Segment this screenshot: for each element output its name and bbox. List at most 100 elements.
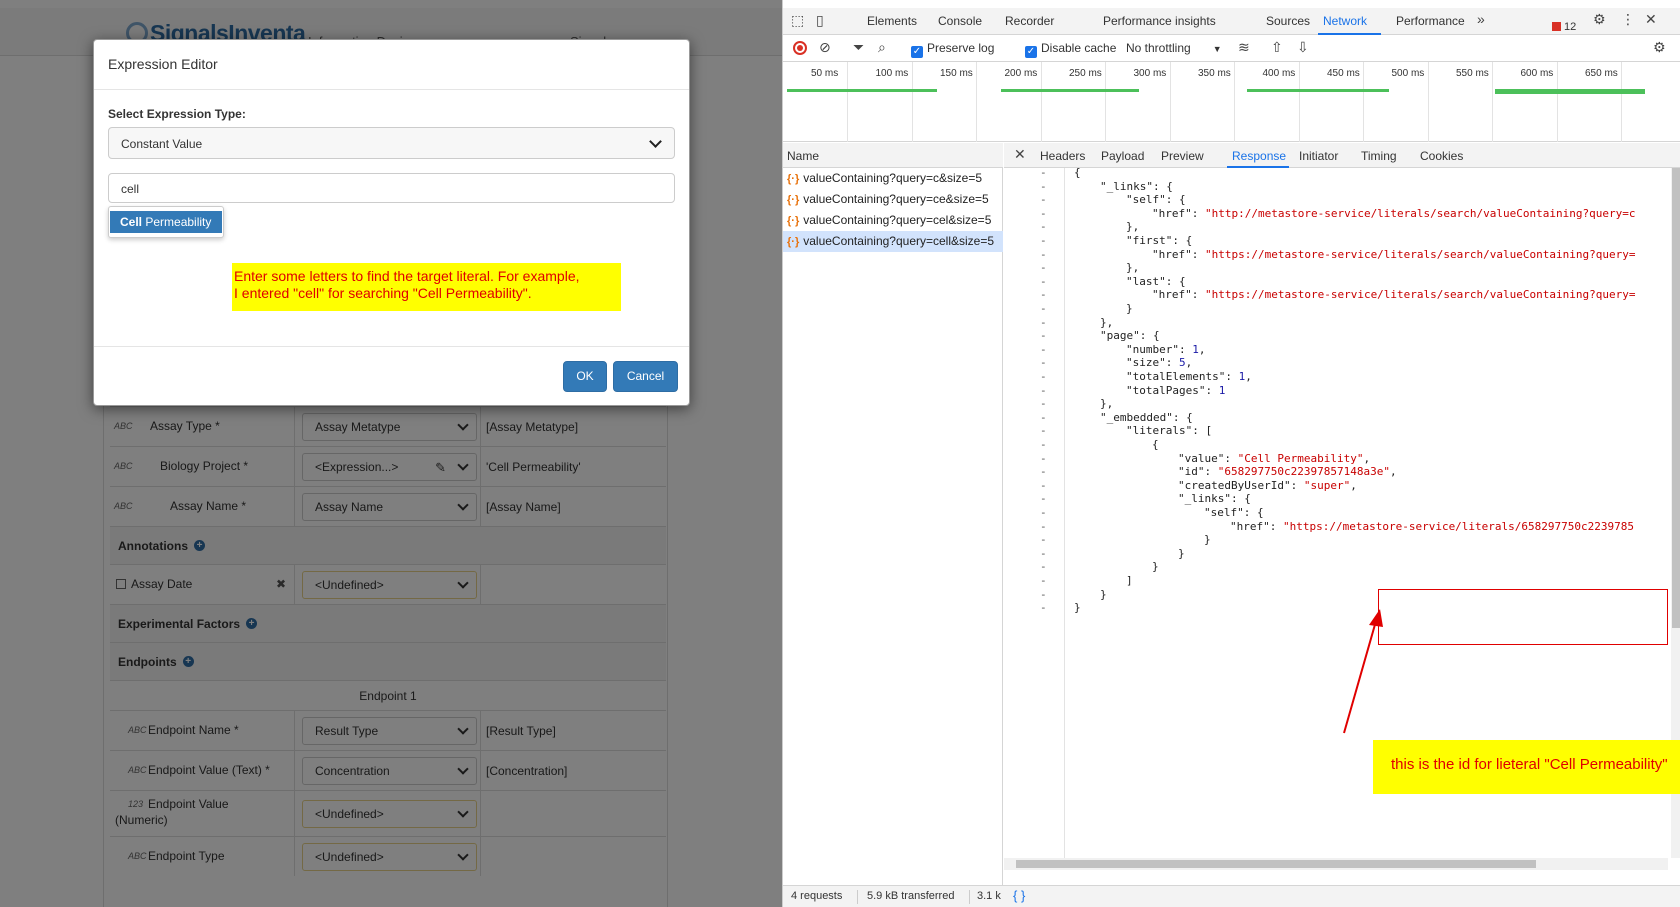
chevron-down-icon <box>649 135 662 148</box>
network-status-bar: 4 requests 5.9 kB transferred 3.1 k { } <box>783 885 1680 907</box>
json-line: "literals": [ <box>1126 424 1213 438</box>
name-column-header[interactable]: Name <box>783 143 1003 168</box>
literal-search-input[interactable]: cell <box>108 173 675 203</box>
kebab-menu-icon[interactable]: ⋮ <box>1621 11 1635 28</box>
tab-timing[interactable]: Timing <box>1361 149 1397 163</box>
tab-elements[interactable]: Elements <box>867 14 917 28</box>
request-list: Name {·} valueContaining?query=c&size=5 {… <box>783 143 1003 885</box>
scrollbar-thumb[interactable] <box>1016 860 1536 868</box>
cancel-button[interactable]: Cancel <box>613 361 678 392</box>
search-icon[interactable]: ⌕ <box>878 39 886 56</box>
timeline-gridline <box>1234 62 1235 142</box>
tab-response[interactable]: Response <box>1232 149 1286 163</box>
tab-headers[interactable]: Headers <box>1040 149 1085 163</box>
close-icon[interactable]: ✕ <box>1014 146 1026 163</box>
timeline-label: 100 ms <box>875 68 909 79</box>
json-line: "_embedded": { <box>1100 410 1193 424</box>
timeline-request-bar <box>1001 89 1139 92</box>
ok-button[interactable]: OK <box>563 361 607 392</box>
tab-initiator[interactable]: Initiator <box>1299 149 1338 163</box>
xhr-request-icon: {·} <box>787 236 800 248</box>
json-line: "href": "https://metastore-service/liter… <box>1230 519 1634 533</box>
format-code-icon[interactable]: { } <box>1013 888 1025 903</box>
json-line: "self": { <box>1126 193 1186 207</box>
disable-cache-checkbox[interactable]: ✓ Disable cache <box>1025 41 1116 58</box>
json-line: "number": 1, <box>1126 342 1206 356</box>
issues-badge[interactable]: 12 <box>1552 21 1576 33</box>
timeline-request-bar <box>1247 89 1389 92</box>
tab-performance[interactable]: Performance <box>1396 14 1465 28</box>
divider <box>94 346 689 347</box>
tab-preview[interactable]: Preview <box>1161 149 1204 163</box>
json-line: }, <box>1126 261 1140 275</box>
divider <box>94 89 689 90</box>
request-row[interactable]: {·} valueContaining?query=cel&size=5 <box>783 210 1003 231</box>
separator <box>857 890 858 904</box>
filter-icon[interactable]: ⏷ <box>853 39 864 56</box>
json-line: "first": { <box>1126 234 1193 247</box>
json-line: "totalPages": 1 <box>1126 383 1226 397</box>
timeline-label: 150 ms <box>940 68 973 79</box>
network-conditions-icon[interactable]: ≋ <box>1238 39 1250 56</box>
xhr-request-icon: {·} <box>787 194 800 206</box>
json-line: "href": "http://metastore-service/litera… <box>1152 206 1636 220</box>
timeline-label: 50 ms <box>811 68 839 79</box>
resources-size: 3.1 k <box>977 890 1001 902</box>
export-har-icon[interactable]: ⇩ <box>1297 39 1309 56</box>
horizontal-scrollbar[interactable] <box>1004 858 1668 870</box>
expression-type-select[interactable]: Constant Value <box>108 127 675 159</box>
import-har-icon[interactable]: ⇧ <box>1271 39 1283 56</box>
xhr-request-icon: {·} <box>787 215 800 227</box>
json-line: "size": 5, <box>1126 356 1193 370</box>
tab-performance-insights[interactable]: Performance insights <box>1103 14 1216 28</box>
clear-icon[interactable]: ⊘ <box>819 39 831 56</box>
tab-recorder[interactable]: Recorder <box>1005 14 1054 28</box>
dialog-title: Expression Editor <box>108 56 218 72</box>
timeline-gridline <box>1427 62 1429 142</box>
network-timeline-overview[interactable]: 50 ms 100 ms 150 ms 200 ms 250 ms 300 ms 350 m… <box>783 62 1680 142</box>
tab-sources[interactable]: Sources <box>1266 14 1310 28</box>
timeline-label: 200 ms <box>1004 68 1038 79</box>
expression-editor-dialog: Expression Editor Select Expression Type… <box>93 39 690 406</box>
xhr-request-icon: {·} <box>787 173 800 185</box>
timeline-gridline <box>1169 62 1171 142</box>
tab-network[interactable]: Network <box>1323 14 1367 28</box>
caret-down-icon: ▼ <box>1212 44 1222 54</box>
tab-payload[interactable]: Payload <box>1101 149 1144 163</box>
json-line: } <box>1100 587 1107 601</box>
tab-cookies[interactable]: Cookies <box>1420 149 1463 163</box>
response-detail-panel: ✕ Headers Payload Preview Response Initi… <box>1004 143 1680 885</box>
timeline-gridline <box>1105 62 1106 142</box>
checkbox-checked-icon: ✓ <box>1025 46 1037 58</box>
network-settings-gear-icon[interactable]: ⚙ <box>1653 39 1666 56</box>
signals-inventa-app: SignalsInventa Information Design Signal… <box>0 0 782 907</box>
annotation-note: this is the id for lieteral "Cell Permea… <box>1373 740 1680 794</box>
preserve-log-checkbox[interactable]: ✓ Preserve log <box>911 41 994 58</box>
request-row[interactable]: {·} valueContaining?query=ce&size=5 <box>783 189 1003 210</box>
request-row-selected[interactable]: {·} valueContaining?query=cell&size=5 <box>783 231 1003 252</box>
annotation-note: Enter some letters to find the target li… <box>232 263 621 311</box>
json-line: } <box>1074 601 1081 615</box>
transferred-size: 5.9 kB transferred <box>867 890 955 902</box>
scrollbar-thumb[interactable] <box>1672 168 1680 628</box>
record-icon[interactable] <box>793 41 807 55</box>
timeline-request-bar <box>787 89 937 92</box>
json-line: "href": "https://metastore-service/liter… <box>1152 247 1636 261</box>
json-line: "id": "658297750c22397857148a3e", <box>1178 465 1397 479</box>
json-line: { <box>1074 168 1081 179</box>
suggestion-dropdown: Cell Permeability <box>108 206 224 238</box>
devtools-tab-bar: ⬚ ▯ Elements Console Recorder Performanc… <box>783 8 1680 35</box>
json-line: ] <box>1126 574 1133 587</box>
network-toolbar: ⊘ ⏷ ⌕ ✓ Preserve log ✓ Disable cache No th… <box>783 35 1680 62</box>
device-toolbar-icon[interactable]: ▯ <box>816 12 824 29</box>
request-row[interactable]: {·} valueContaining?query=c&size=5 <box>783 168 1003 189</box>
timeline-request-bar <box>1495 89 1645 94</box>
inspect-element-icon[interactable]: ⬚ <box>791 12 804 29</box>
close-icon[interactable]: ✕ <box>1645 11 1657 28</box>
suggestion-cell-permeability[interactable]: Cell Permeability <box>110 211 222 233</box>
tab-console[interactable]: Console <box>938 14 982 28</box>
throttling-select[interactable]: No throttling ▼ <box>1126 41 1222 55</box>
settings-gear-icon[interactable]: ⚙ <box>1593 11 1606 28</box>
more-tabs-icon[interactable]: » <box>1477 11 1485 27</box>
json-line: }, <box>1126 220 1140 234</box>
